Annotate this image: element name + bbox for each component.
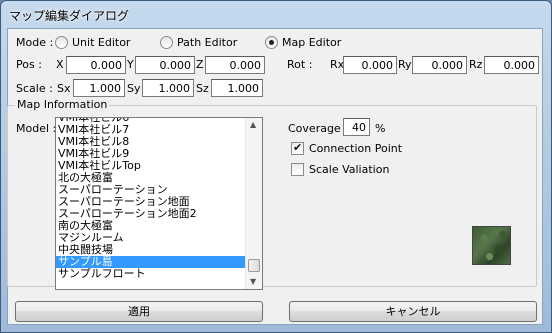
map-editor-label[interactable]: Map Editor [282, 36, 341, 49]
pos-y-field[interactable]: 0.000 [135, 56, 195, 74]
path-editor-label[interactable]: Path Editor [177, 36, 237, 49]
scale-y-label: Sy [127, 82, 141, 95]
model-list-scrollbar[interactable]: ▲ ▼ [245, 118, 262, 289]
model-list-item[interactable]: サンプルフロート [56, 268, 246, 280]
apply-button[interactable]: 適用 [15, 301, 263, 322]
model-list-item[interactable]: VMI本社ビル8 [56, 136, 246, 148]
rot-z-label: Rz [469, 58, 483, 71]
connection-point-checkbox[interactable] [291, 141, 304, 155]
coverage-label: Coverage : [288, 122, 348, 135]
scroll-down-icon[interactable]: ▼ [250, 277, 256, 286]
model-list-item[interactable]: VMI本社ビル6 [56, 118, 246, 124]
pos-x-field[interactable]: 0.000 [66, 56, 126, 74]
mode-label: Mode : [16, 36, 54, 49]
model-list-item[interactable]: 中央闘技場 [56, 244, 246, 256]
cancel-button[interactable]: キャンセル [289, 301, 537, 322]
model-list-item[interactable]: スーパローテーション [56, 184, 246, 196]
model-list-item[interactable]: 北の大極富 [56, 172, 246, 184]
rot-x-field[interactable]: 0.000 [343, 56, 397, 74]
coverage-unit: % [375, 122, 386, 135]
rot-y-field[interactable]: 0.000 [412, 56, 467, 74]
scroll-thumb[interactable] [248, 259, 260, 272]
model-list-item[interactable]: マジンルーム [56, 232, 246, 244]
model-list-item[interactable]: VMI本社ビル7 [56, 124, 246, 136]
coverage-field[interactable]: 40 [343, 118, 370, 136]
pos-z-label: Z [196, 58, 204, 71]
pos-y-label: Y [127, 58, 134, 71]
pos-label: Pos : [16, 58, 42, 71]
model-list-item[interactable]: スーパローテーション地面 [56, 196, 246, 208]
connection-point-label[interactable]: Connection Point [309, 142, 402, 155]
model-list-item[interactable]: VMI本社ビルTop [56, 160, 246, 172]
model-list: VMI本社ビル6 VMI本社ビル7 VMI本社ビル8 VMI本社ビル9 VMI本社ビルT… [56, 118, 246, 280]
scale-z-label: Sz [196, 82, 209, 95]
window-title: マップ編集ダイアログ [9, 9, 130, 23]
scale-valiation-checkbox[interactable] [291, 163, 304, 176]
unit-editor-label[interactable]: Unit Editor [72, 36, 130, 49]
scale-label: Scale : [16, 82, 53, 95]
terrain-thumbnail-icon [472, 226, 511, 265]
title-bar[interactable]: マップ編集ダイアログ [1, 1, 551, 29]
rot-label: Rot : [287, 58, 313, 71]
scale-valiation-label[interactable]: Scale Valiation [309, 163, 389, 176]
model-list-item[interactable]: 南の大極富 [56, 220, 246, 232]
model-label: Model : [16, 122, 57, 135]
pos-x-label: X [56, 58, 64, 71]
model-list-item[interactable]: スーパローテーション地面2 [56, 208, 246, 220]
scale-x-label: Sx [57, 82, 71, 95]
rot-y-label: Ry [398, 58, 412, 71]
scale-z-field[interactable]: 1.000 [211, 79, 263, 97]
scale-x-field[interactable]: 1.000 [73, 79, 125, 97]
map-information-legend: Map Information [15, 98, 110, 111]
model-list-item[interactable]: サンプル島 [56, 256, 246, 268]
rot-z-field[interactable]: 0.000 [484, 56, 539, 74]
model-listbox[interactable]: VMI本社ビル6 VMI本社ビル7 VMI本社ビル8 VMI本社ビル9 VMI本社ビルT… [55, 117, 263, 290]
pos-z-field[interactable]: 0.000 [205, 56, 265, 74]
map-editor-radio[interactable] [265, 36, 278, 49]
scroll-up-icon[interactable]: ▲ [250, 120, 256, 129]
unit-editor-radio[interactable] [55, 36, 68, 49]
scale-y-field[interactable]: 1.000 [142, 79, 194, 97]
path-editor-radio[interactable] [160, 36, 173, 49]
model-list-item[interactable]: VMI本社ビル9 [56, 148, 246, 160]
